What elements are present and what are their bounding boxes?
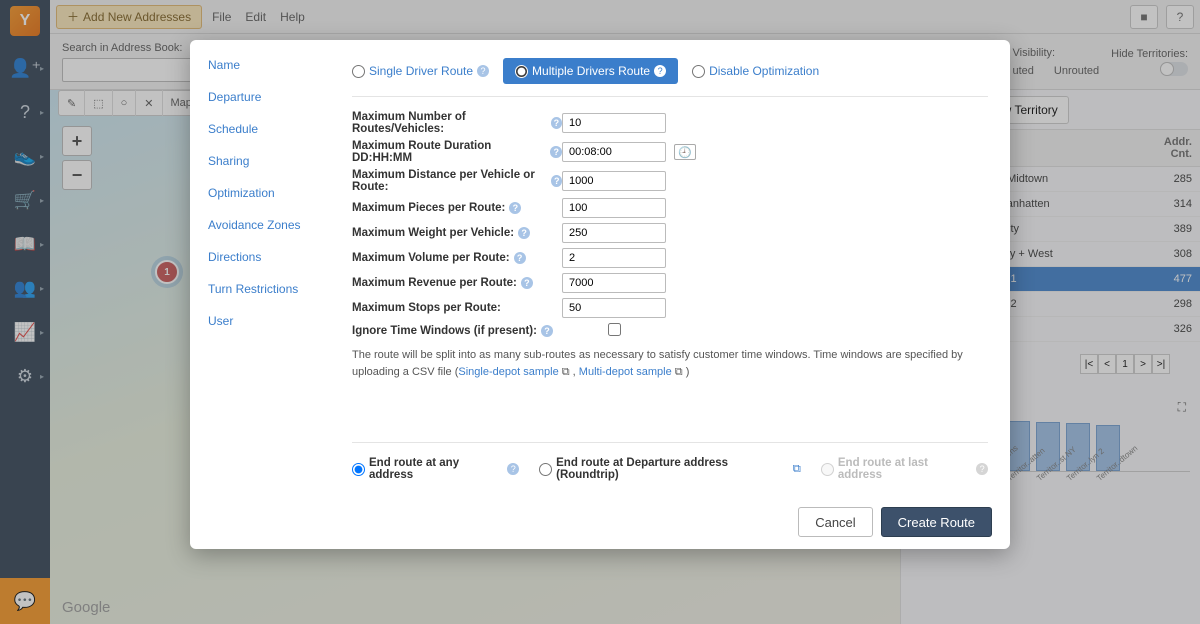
nav-avoidance[interactable]: Avoidance Zones bbox=[208, 218, 330, 232]
help-icon: ? bbox=[550, 146, 562, 158]
max-revenue-input[interactable] bbox=[562, 273, 666, 293]
help-icon: ? bbox=[509, 202, 521, 214]
tab-multi-driver[interactable]: Multiple Drivers Route? bbox=[503, 58, 678, 84]
help-icon: ? bbox=[514, 252, 526, 264]
tab-single-driver[interactable]: Single Driver Route? bbox=[352, 64, 489, 78]
max-duration-input[interactable] bbox=[562, 142, 666, 162]
help-icon: ? bbox=[654, 65, 666, 77]
nav-departure[interactable]: Departure bbox=[208, 90, 330, 104]
nav-directions[interactable]: Directions bbox=[208, 250, 330, 264]
multi-depot-link[interactable]: Multi-depot sample bbox=[579, 366, 672, 378]
max-pieces-input[interactable] bbox=[562, 198, 666, 218]
duration-picker-icon[interactable]: 🕘 bbox=[674, 144, 696, 160]
end-departure-radio[interactable]: End route at Departure address (Roundtri… bbox=[539, 457, 801, 481]
create-route-button[interactable]: Create Route bbox=[881, 507, 992, 537]
help-icon: ? bbox=[521, 277, 533, 289]
max-routes-input[interactable] bbox=[562, 113, 666, 133]
end-last-radio[interactable]: End route at last address? bbox=[821, 457, 988, 481]
max-volume-input[interactable] bbox=[562, 248, 666, 268]
help-icon: ? bbox=[541, 325, 553, 337]
nav-user[interactable]: User bbox=[208, 314, 330, 328]
modal-nav: Name Departure Schedule Sharing Optimiza… bbox=[190, 40, 330, 499]
nav-name[interactable]: Name bbox=[208, 58, 330, 72]
single-depot-link[interactable]: Single-depot sample bbox=[458, 366, 558, 378]
route-split-note: The route will be split into as many sub… bbox=[352, 347, 988, 380]
max-distance-input[interactable] bbox=[562, 171, 666, 191]
help-icon: ? bbox=[976, 463, 988, 475]
tab-disable-opt[interactable]: Disable Optimization bbox=[692, 64, 819, 78]
max-stops-input[interactable] bbox=[562, 298, 666, 318]
ignore-tw-checkbox[interactable] bbox=[608, 323, 621, 336]
max-weight-input[interactable] bbox=[562, 223, 666, 243]
nav-turn-restrict[interactable]: Turn Restrictions bbox=[208, 282, 330, 296]
help-icon: ? bbox=[507, 463, 519, 475]
create-route-modal: Name Departure Schedule Sharing Optimiza… bbox=[190, 40, 1010, 549]
nav-schedule[interactable]: Schedule bbox=[208, 122, 330, 136]
help-icon: ? bbox=[551, 175, 562, 187]
nav-sharing[interactable]: Sharing bbox=[208, 154, 330, 168]
nav-optimization[interactable]: Optimization bbox=[208, 186, 330, 200]
help-icon: ? bbox=[477, 65, 489, 77]
cancel-button[interactable]: Cancel bbox=[798, 507, 872, 537]
end-any-radio[interactable]: End route at any address? bbox=[352, 457, 519, 481]
help-icon: ? bbox=[551, 117, 562, 129]
modal-overlay: Name Departure Schedule Sharing Optimiza… bbox=[0, 0, 1200, 624]
help-icon: ? bbox=[518, 227, 530, 239]
